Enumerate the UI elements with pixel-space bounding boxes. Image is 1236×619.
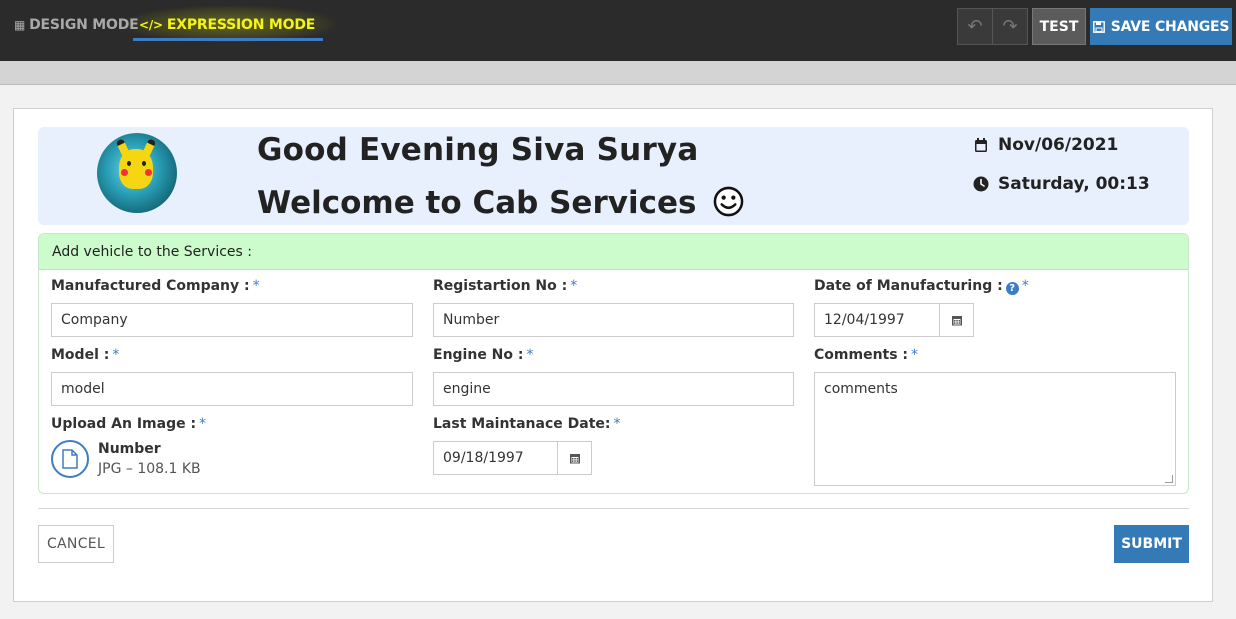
comments-textarea[interactable]: comments [814,372,1176,486]
date-text: Nov/06/2021 [998,135,1119,155]
test-button[interactable]: TEST [1032,8,1086,45]
floppy-disk-icon [1092,20,1105,33]
calendar-icon [951,316,962,326]
vehicle-panel-header: Add vehicle to the Services : [39,234,1188,270]
time-text: Saturday, 00:13 [998,174,1150,194]
expression-mode-tab[interactable]: </> EXPRESSION MODE [124,6,336,42]
maintenance-date-label: Last Maintanace Date: * [433,416,621,432]
design-mode-tab[interactable]: ▦ DESIGN MODE [14,12,139,38]
file-icon [62,449,78,469]
clock-icon [973,176,989,192]
undo-button[interactable]: ↶ [957,8,993,45]
redo-icon: ↷ [1002,16,1018,37]
expression-mode-label: EXPRESSION MODE [166,17,316,33]
cancel-button[interactable]: CANCEL [38,525,114,563]
manufacture-date-label: Date of Manufacturing :? * [814,278,1029,295]
submit-button[interactable]: SUBMIT [1114,525,1189,563]
test-button-label: TEST [1039,18,1079,35]
form-divider [38,508,1189,509]
sub-toolbar [0,61,1236,85]
vehicle-panel-title: Add vehicle to the Services : [52,243,252,260]
greeting-text: Good Evening Siva Surya [257,132,699,168]
avatar [97,133,177,213]
welcome-header: Good Evening Siva Surya Welcome to Cab S… [38,127,1189,225]
file-name: Number [98,441,161,457]
registration-label: Registartion No : * [433,278,578,294]
manufacture-date-picker-button[interactable] [940,303,974,337]
time-display: Saturday, 00:13 [973,174,1150,194]
company-input[interactable]: Company [51,303,413,337]
design-mode-label: DESIGN MODE [29,17,139,33]
file-upload-button[interactable] [51,440,89,478]
calendar-icon [975,138,987,152]
design-mode-icon: ▦ [14,18,26,32]
calendar-icon [569,454,580,464]
engine-label: Engine No : * [433,347,534,363]
welcome-line: Welcome to Cab Services [257,185,744,221]
save-changes-label: SAVE CHANGES [1110,18,1230,35]
registration-input[interactable]: Number [433,303,794,337]
company-label: Manufactured Company : * [51,278,260,294]
date-display: Nov/06/2021 [973,135,1118,155]
save-changes-button[interactable]: SAVE CHANGES [1090,8,1232,45]
manufacture-date-input[interactable]: 12/04/1997 [814,303,940,337]
model-label: Model : * [51,347,120,363]
maintenance-date-picker-button[interactable] [558,441,592,475]
maintenance-date-input[interactable]: 09/18/1997 [433,441,558,475]
form-card: Good Evening Siva Surya Welcome to Cab S… [13,108,1213,602]
upload-label: Upload An Image : * [51,416,207,432]
resize-handle[interactable] [1165,475,1173,483]
comments-label: Comments : * [814,347,919,363]
engine-input[interactable]: engine [433,372,794,406]
undo-icon: ↶ [967,16,983,37]
active-tab-underline [133,38,324,41]
model-input[interactable]: model [51,372,413,406]
welcome-text: Welcome to Cab Services [257,185,697,221]
redo-button[interactable]: ↷ [992,8,1028,45]
code-icon: </> [139,18,163,32]
top-toolbar: ▦ DESIGN MODE </> EXPRESSION MODE ↶ ↷ TE… [0,0,1236,61]
file-meta: JPG – 108.1 KB [98,461,201,477]
help-icon[interactable]: ? [1005,282,1019,295]
smiley-icon [713,186,744,217]
